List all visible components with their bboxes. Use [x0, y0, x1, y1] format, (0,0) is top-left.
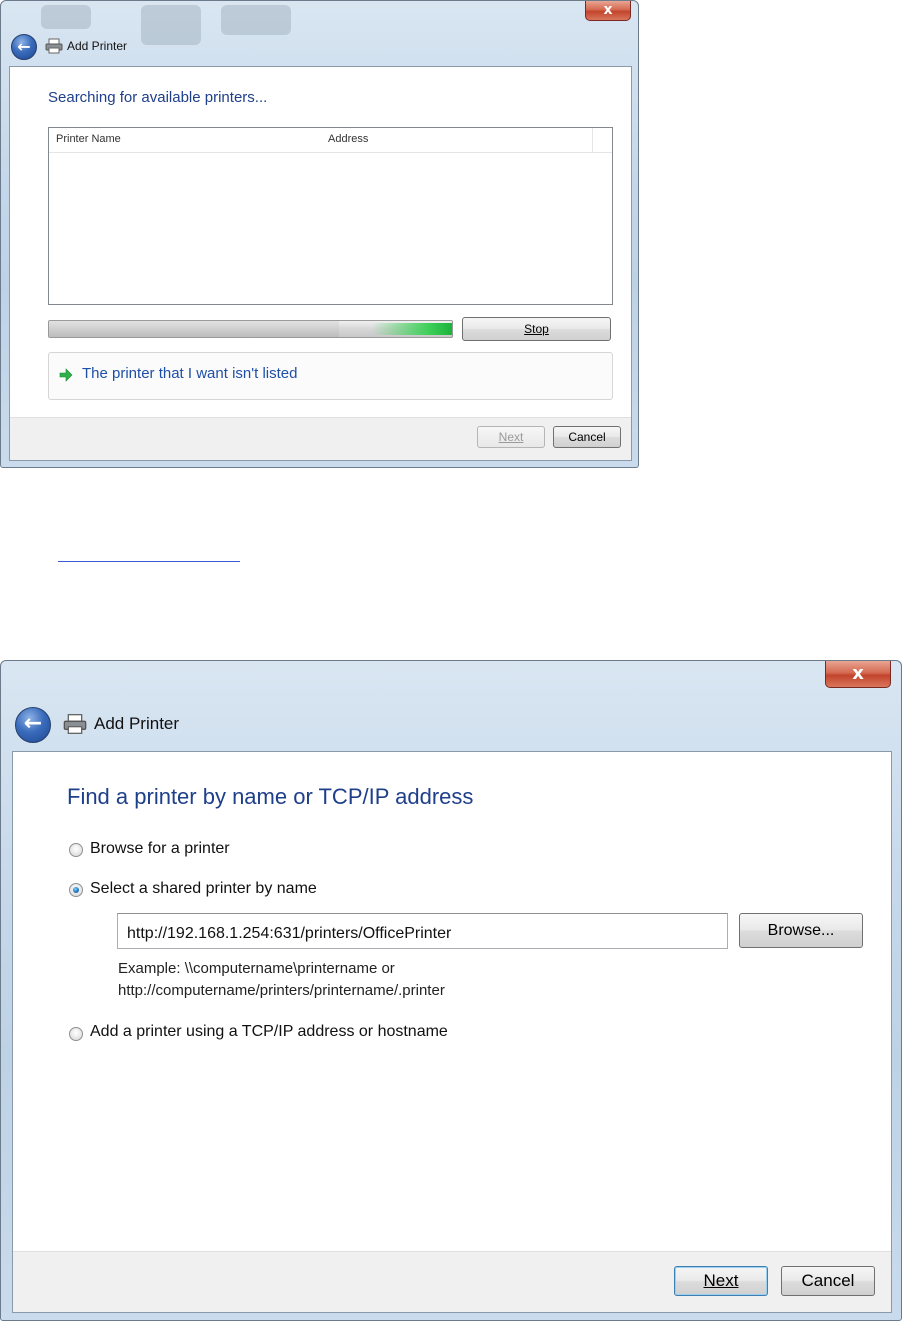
window-title: Add Printer: [67, 39, 128, 53]
printer-name-input[interactable]: [117, 913, 728, 949]
back-arrow-icon: ←: [17, 37, 31, 56]
add-printer-window-find-by-name: x ← Add Printer Find a printer by name o…: [0, 660, 902, 1321]
printer-icon: [45, 38, 63, 54]
cancel-button-label: Cancel: [568, 430, 606, 444]
wizard-footer: Next Cancel: [13, 1251, 891, 1312]
shared-printer-option-label[interactable]: Select a shared printer by name: [90, 880, 317, 898]
browse-radio[interactable]: [69, 843, 83, 857]
cancel-button[interactable]: Cancel: [553, 426, 621, 448]
close-icon: x: [603, 2, 613, 18]
not-listed-box[interactable]: The printer that I want isn't listed: [48, 352, 613, 400]
example-text-line1: Example: \\computername\printername or: [118, 960, 395, 977]
next-button-label: Next: [703, 1271, 739, 1290]
column-header-address[interactable]: Address: [328, 133, 368, 145]
browse-button-label: Browse...: [767, 922, 835, 939]
next-button[interactable]: Next: [477, 426, 545, 448]
tcpip-radio[interactable]: [69, 1027, 83, 1041]
close-icon: x: [852, 663, 864, 684]
tcpip-option-label[interactable]: Add a printer using a TCP/IP address or …: [90, 1023, 448, 1041]
progress-fill: [49, 321, 340, 337]
wizard-footer: Next Cancel: [10, 417, 631, 460]
link-underline-fragment: [58, 561, 240, 562]
column-header-printer-name[interactable]: Printer Name: [56, 133, 121, 145]
wizard-content: Searching for available printers... Prin…: [9, 66, 632, 461]
radio-selected-dot: [73, 887, 79, 893]
page-heading: Searching for available printers...: [48, 89, 268, 106]
stop-button-label: Stop: [524, 322, 549, 336]
column-divider: [592, 128, 593, 152]
browse-button[interactable]: Browse...: [739, 913, 863, 948]
example-text-line2: http://computername/printers/printername…: [118, 982, 445, 999]
page-heading: Find a printer by name or TCP/IP address: [67, 784, 474, 809]
search-progress-bar: [48, 320, 453, 338]
back-arrow-icon: ←: [23, 711, 43, 736]
progress-glow: [372, 323, 452, 335]
list-header: Printer Name Address: [49, 128, 612, 153]
next-button-label: Next: [498, 430, 524, 444]
cancel-button[interactable]: Cancel: [781, 1266, 875, 1296]
window-title: Add Printer: [94, 714, 180, 733]
green-arrow-icon: [59, 368, 73, 382]
stop-button[interactable]: Stop: [462, 317, 611, 341]
wizard-content: Find a printer by name or TCP/IP address…: [12, 751, 892, 1313]
next-button[interactable]: Next: [674, 1266, 768, 1296]
printer-not-listed-link[interactable]: The printer that I want isn't listed: [82, 365, 297, 382]
browse-option-label[interactable]: Browse for a printer: [90, 840, 230, 858]
close-button[interactable]: x: [585, 1, 631, 21]
add-printer-window-searching: x ← Add Printer Searching for available …: [0, 0, 639, 468]
titlebar-glass-reflection: [221, 5, 291, 35]
shared-printer-radio[interactable]: [69, 883, 83, 897]
printer-list[interactable]: Printer Name Address: [48, 127, 613, 305]
close-button[interactable]: x: [825, 661, 891, 688]
titlebar-glass-reflection: [41, 5, 91, 29]
back-button[interactable]: ←: [15, 707, 51, 743]
cancel-button-label: Cancel: [801, 1271, 855, 1290]
back-button[interactable]: ←: [11, 34, 37, 60]
printer-icon: [63, 714, 87, 734]
titlebar-glass-reflection: [141, 5, 201, 45]
